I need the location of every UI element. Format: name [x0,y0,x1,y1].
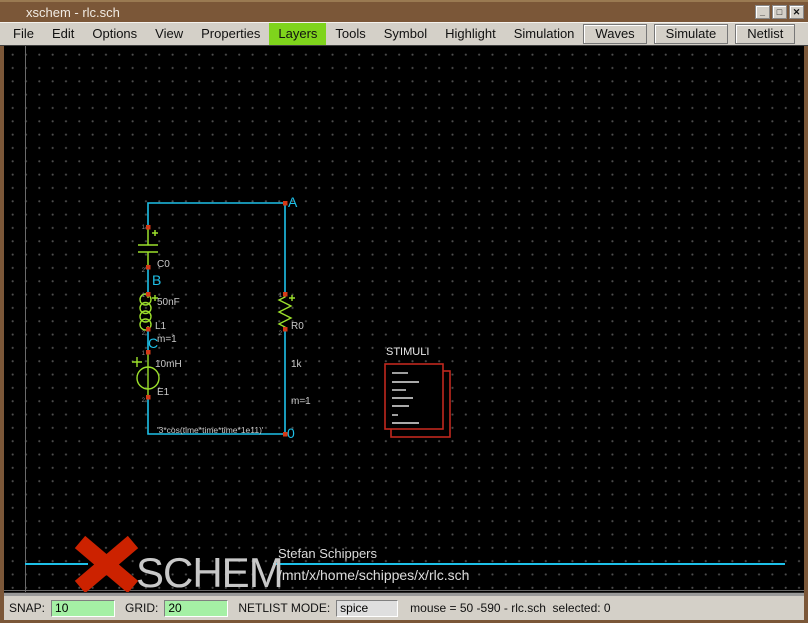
resistor-labels: R0 1k m=1 [291,296,311,434]
grid-input[interactable] [164,600,228,617]
xschem-logo-text: SCHEM [136,549,283,592]
menu-view[interactable]: View [146,23,192,45]
menu-properties[interactable]: Properties [192,23,269,45]
help-button[interactable]: Help [802,26,808,43]
capacitor-symbol[interactable] [138,227,158,267]
menu-symbol[interactable]: Symbol [375,23,436,45]
schematic-canvas[interactable]: 1 2 1 2 1 2 1 2 [4,46,804,592]
menu-highlight[interactable]: Highlight [436,23,505,45]
frame-lines [4,46,804,592]
capacitor-ref: C0 [157,259,180,272]
stimuli-icon[interactable] [385,364,450,437]
stimuli-label: STIMULI [386,346,429,358]
source-ref: E1 [157,387,264,400]
credit-author: Stefan Schippers [278,546,377,561]
menu-layers[interactable]: Layers [269,23,326,45]
netlist-button[interactable]: Netlist [735,24,795,44]
xschem-window: xschem - rlc.sch _ □ ✕ File Edit Options… [0,0,808,623]
snap-label: SNAP: [9,601,45,615]
svg-text:2: 2 [142,268,146,274]
node-label-a[interactable]: A [288,195,297,209]
netlist-mode-input[interactable] [336,600,398,617]
window-controls: _ □ ✕ [755,5,804,19]
netlist-mode-label: NETLIST MODE: [238,601,330,615]
close-icon[interactable]: ✕ [789,5,804,19]
resistor-value: 1k [291,359,311,372]
titlebar[interactable]: xschem - rlc.sch _ □ ✕ [0,2,808,22]
resistor-ref: R0 [291,321,311,334]
svg-text:1: 1 [142,351,146,357]
inductor-ref: L1 [155,321,182,334]
source-value: '3*cos(time*time*time*1e11)' [157,425,264,436]
svg-text:2: 2 [279,331,283,337]
window-title: xschem - rlc.sch [26,5,120,20]
svg-text:1: 1 [142,225,146,231]
svg-text:2: 2 [142,398,146,404]
schematic-drawing: 1 2 1 2 1 2 1 2 [4,46,804,592]
mouse-status-text: mouse = 50 -590 - rlc.sch selected: 0 [410,601,610,615]
svg-text:2: 2 [142,331,146,337]
menu-options[interactable]: Options [83,23,146,45]
menu-tools[interactable]: Tools [326,23,374,45]
source-labels: E1 '3*cos(time*time*time*1e11)' [157,362,264,460]
grid-label: GRID: [125,601,158,615]
menu-simulation[interactable]: Simulation [505,23,584,45]
maximize-icon[interactable]: □ [772,5,787,19]
menu-edit[interactable]: Edit [43,23,83,45]
minimize-icon[interactable]: _ [755,5,770,19]
menubar-buttons: Waves Simulate Netlist Help [583,23,808,45]
statusbar: SNAP: GRID: NETLIST MODE: mouse = 50 -59… [4,596,804,620]
menu-file[interactable]: File [4,23,43,45]
menubar: File Edit Options View Properties Layers… [0,22,808,46]
resistor-mult: m=1 [291,396,311,409]
credit-path: /mnt/x/home/schippes/x/rlc.sch [278,567,469,583]
snap-input[interactable] [51,600,115,617]
waves-button[interactable]: Waves [583,24,646,44]
simulate-button[interactable]: Simulate [654,24,729,44]
